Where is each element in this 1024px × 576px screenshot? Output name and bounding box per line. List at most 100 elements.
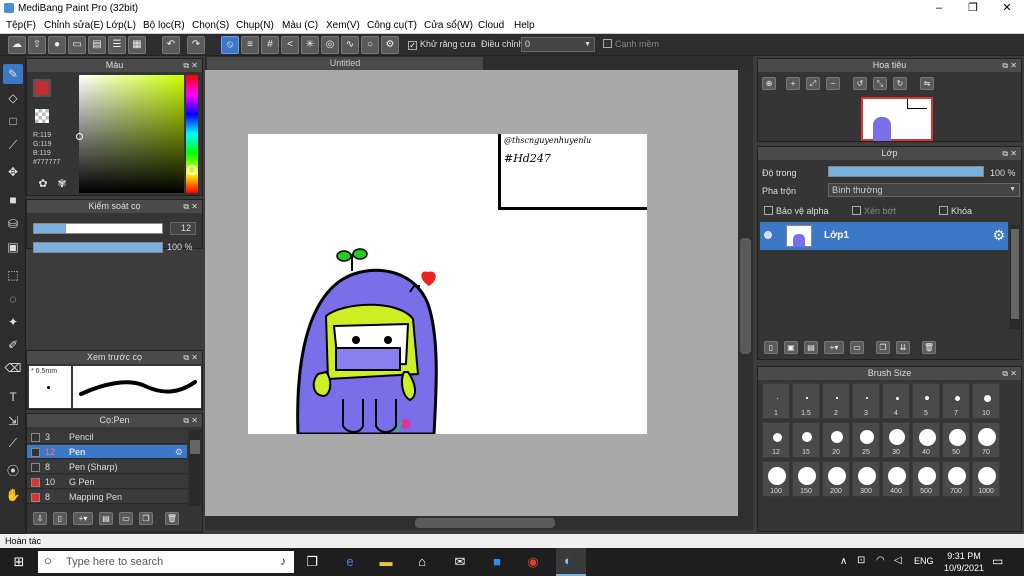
menu-tools[interactable]: Công cụ(T) bbox=[367, 20, 417, 31]
layer-scrollbar[interactable] bbox=[1010, 225, 1020, 329]
tab-untitled[interactable]: Untitled bbox=[207, 57, 483, 70]
gear-icon[interactable]: ⚙ bbox=[992, 227, 1005, 244]
undo-icon[interactable]: ↶ bbox=[162, 36, 180, 54]
zoom-out-icon[interactable]: − bbox=[826, 77, 840, 90]
add-layer-menu-icon[interactable]: +▾ bbox=[824, 341, 844, 354]
parallel-snap-icon[interactable]: ≡ bbox=[241, 36, 259, 54]
add-brush-icon[interactable]: +▾ bbox=[73, 512, 93, 525]
brush-size-100[interactable]: 100 bbox=[762, 461, 790, 497]
brush-size-20[interactable]: 20 bbox=[822, 422, 850, 458]
lasso-tool-icon[interactable]: ◌ bbox=[3, 289, 23, 309]
brush-size-slider[interactable] bbox=[33, 223, 163, 234]
rotate-left-icon[interactable]: ↺ bbox=[853, 77, 867, 90]
hue-cursor[interactable] bbox=[187, 165, 197, 175]
fit-screen-icon[interactable]: ⤢ bbox=[806, 77, 820, 90]
snap-off-icon[interactable]: ⦸ bbox=[221, 36, 239, 54]
microphone-icon[interactable]: ♪ bbox=[280, 554, 286, 568]
palette-icon[interactable]: ✿ bbox=[36, 178, 50, 191]
radial-snap-icon[interactable]: ✳ bbox=[301, 36, 319, 54]
eye-icon[interactable] bbox=[764, 231, 772, 239]
show-hidden-icons[interactable]: ∧ bbox=[840, 556, 847, 567]
brush-size-12[interactable]: 12 bbox=[762, 422, 790, 458]
edge-browser-icon[interactable]: e bbox=[339, 552, 361, 572]
flip-icon[interactable]: ⇋ bbox=[920, 77, 934, 90]
select-tool-icon[interactable]: ⬚ bbox=[3, 265, 23, 285]
gradient-tool-icon[interactable]: ▣ bbox=[3, 237, 23, 257]
menu-view[interactable]: Xem(V) bbox=[326, 20, 360, 31]
clip-checkbox[interactable] bbox=[852, 206, 861, 215]
taskbar-search-box[interactable]: ○ Type here to search ♪ bbox=[38, 551, 294, 573]
gear-icon[interactable]: ⚙ bbox=[175, 445, 183, 459]
delete-layer-icon[interactable]: 🗑 bbox=[922, 341, 936, 354]
brush-size-5[interactable]: 5 bbox=[912, 383, 940, 419]
brush-item-mapping-pen[interactable]: 8 Mapping Pen bbox=[27, 490, 187, 504]
lock-toggle[interactable]: Khóa bbox=[939, 206, 972, 216]
layer-scroll-thumb[interactable] bbox=[1011, 229, 1019, 319]
drawing-canvas[interactable]: @thscnguyenhuyenlu #Hd247 bbox=[248, 134, 647, 434]
dot-tool-icon[interactable]: □ bbox=[3, 111, 23, 131]
saturation-value-square[interactable] bbox=[79, 75, 184, 193]
primary-color-swatch[interactable] bbox=[33, 79, 51, 97]
adjust-dropdown[interactable]: 0 ▼ bbox=[521, 37, 595, 52]
eyedropper-tool-icon[interactable]: ⦿ bbox=[3, 461, 23, 481]
store-icon[interactable]: ⌂ bbox=[411, 552, 433, 572]
curve-snap-icon[interactable]: ∿ bbox=[341, 36, 359, 54]
brush-size-15[interactable]: 15 bbox=[792, 422, 820, 458]
duplicate-layer-icon[interactable]: ❐ bbox=[876, 341, 890, 354]
menu-cloud[interactable]: Cloud bbox=[478, 20, 504, 31]
brush-size-3[interactable]: 3 bbox=[852, 383, 880, 419]
reset-icon[interactable]: ⤡ bbox=[873, 77, 887, 90]
clock[interactable]: 9:31 PM 10/9/2021 bbox=[942, 550, 986, 574]
merge-layer-icon[interactable]: ⇊ bbox=[896, 341, 910, 354]
hand-tool-icon[interactable]: ✋ bbox=[3, 485, 23, 505]
panel-float-close-icon[interactable]: ⧉ ✕ bbox=[183, 414, 198, 427]
protect-alpha-toggle[interactable]: Bảo vệ alpha bbox=[764, 206, 829, 216]
cross-snap-icon[interactable]: # bbox=[261, 36, 279, 54]
layer-opacity-slider[interactable] bbox=[828, 166, 984, 177]
brush-size-1[interactable]: 1 bbox=[762, 383, 790, 419]
menu-color[interactable]: Màu (C) bbox=[282, 20, 318, 31]
new-layer-icon[interactable]: ▯ bbox=[764, 341, 778, 354]
download-brush-icon[interactable]: ⇩ bbox=[33, 512, 47, 525]
cloud-icon[interactable]: ☁ bbox=[8, 36, 26, 54]
chrome-icon[interactable]: ◉ bbox=[522, 552, 544, 572]
brush-tool-icon[interactable]: ✎ bbox=[3, 64, 23, 84]
brush-size-700[interactable]: 700 bbox=[942, 461, 970, 497]
scroll-thumb[interactable] bbox=[190, 440, 200, 454]
vertical-scroll-thumb[interactable] bbox=[740, 238, 751, 354]
hue-slider[interactable] bbox=[186, 75, 198, 193]
close-button[interactable]: ✕ bbox=[990, 0, 1024, 17]
network-icon[interactable]: ⊡ bbox=[857, 555, 865, 566]
antialias-checkbox[interactable]: ✓ bbox=[408, 41, 417, 50]
panel-float-close-icon[interactable]: ⧉ ✕ bbox=[183, 59, 198, 72]
windows-start-icon[interactable]: ⊞ bbox=[8, 552, 30, 572]
document-icon[interactable]: ▤ bbox=[88, 36, 106, 54]
wifi-icon[interactable]: ◠ bbox=[876, 555, 885, 566]
mail-icon[interactable]: ✉ bbox=[449, 552, 471, 572]
maximize-button[interactable]: ❐ bbox=[956, 0, 990, 17]
transparent-swatch[interactable] bbox=[35, 109, 49, 123]
move-tool-icon[interactable]: ✥ bbox=[3, 162, 23, 182]
brush-size-30[interactable]: 30 bbox=[882, 422, 910, 458]
vanishing-snap-icon[interactable]: < bbox=[281, 36, 299, 54]
brush-size-1000[interactable]: 1000 bbox=[972, 461, 1000, 497]
brush-size-10[interactable]: 10 bbox=[972, 383, 1000, 419]
zoom-app-icon[interactable]: ■ bbox=[486, 552, 508, 572]
brush-size-4[interactable]: 4 bbox=[882, 383, 910, 419]
language-indicator[interactable]: ENG bbox=[914, 556, 934, 566]
brush-size-150[interactable]: 150 bbox=[792, 461, 820, 497]
menu-filter[interactable]: Bộ lọc(R) bbox=[143, 20, 185, 31]
brush-size-2[interactable]: 2 bbox=[822, 383, 850, 419]
notification-icon[interactable]: ▭ bbox=[992, 554, 1003, 568]
zoom-fit-icon[interactable]: ⊕ bbox=[762, 77, 776, 90]
zoom-in-icon[interactable]: + bbox=[786, 77, 800, 90]
eraser-tool-icon[interactable]: ◇ bbox=[3, 88, 23, 108]
menu-help[interactable]: Help bbox=[514, 20, 535, 31]
layer-folder-icon[interactable]: ▭ bbox=[850, 341, 864, 354]
protect-alpha-checkbox[interactable] bbox=[764, 206, 773, 215]
file-explorer-icon[interactable]: ▬ bbox=[375, 552, 397, 572]
duplicate-icon[interactable]: ❐ bbox=[139, 512, 153, 525]
panel-float-close-icon[interactable]: ⧉ ✕ bbox=[1002, 367, 1017, 380]
clip-toggle[interactable]: Xén bớt bbox=[852, 206, 896, 216]
list-icon[interactable]: ☰ bbox=[108, 36, 126, 54]
